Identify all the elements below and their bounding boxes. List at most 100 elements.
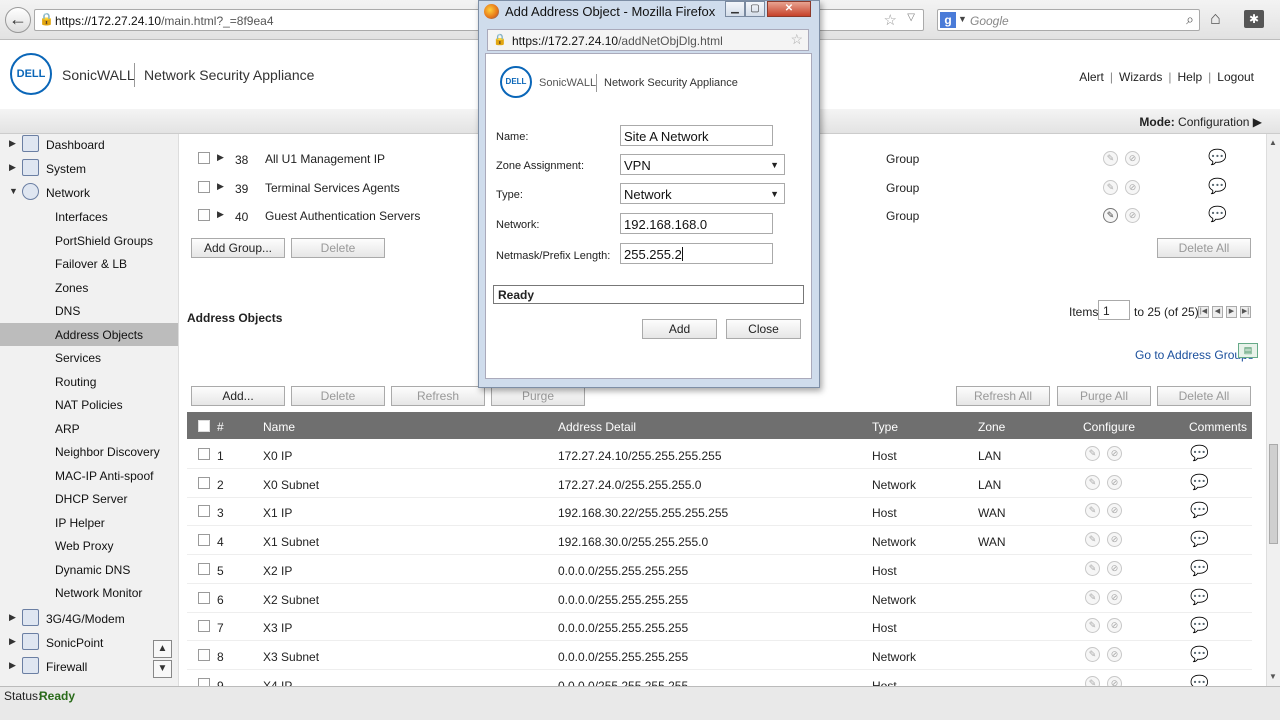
delete-icon[interactable]: ⊘ [1107,618,1122,634]
search-bar[interactable]: g ▼ Google ⌕ [937,9,1200,31]
comment-bubble-icon[interactable]: 💬 [1208,205,1227,223]
expand-arrow-icon[interactable]: ▶ [9,162,16,173]
add-group-button[interactable]: Add Group... [191,238,285,258]
expand-arrow-icon[interactable]: ▶ [9,138,16,149]
addon-icon[interactable]: ✱ [1244,10,1264,28]
alert-link[interactable]: Alert [1079,70,1104,84]
refresh-button[interactable]: Refresh [391,386,485,406]
sidebar-item-system[interactable]: ▶ System [0,158,178,181]
sidebar-item-dashboard[interactable]: ▶ Dashboard [0,134,178,157]
expand-arrow-icon[interactable]: ▶ [9,660,16,671]
delete-all-button[interactable]: Delete All [1157,386,1251,406]
edit-pencil-icon[interactable]: ✎ [1085,589,1100,605]
refresh-all-button[interactable]: Refresh All [956,386,1050,406]
row-checkbox[interactable] [198,209,210,221]
delete-icon[interactable]: ⊘ [1107,474,1122,490]
edit-pencil-icon[interactable]: ✎ [1085,503,1100,519]
wizards-link[interactable]: Wizards [1119,70,1162,84]
go-to-address-groups-link[interactable]: Go to Address Groups [1135,348,1254,362]
sidebar-item-address-objects[interactable]: Address Objects [0,322,178,346]
sidebar-item-portshield-groups[interactable]: PortShield Groups [0,229,178,252]
logout-link[interactable]: Logout [1217,70,1254,84]
delete-icon[interactable]: ⊘ [1107,446,1122,461]
bookmark-star-icon[interactable]: ☆ [884,11,897,29]
last-page-icon[interactable]: ▶| [1240,306,1251,318]
edit-pencil-icon[interactable]: ✎ [1085,646,1100,662]
sidebar-item-dynamic-dns[interactable]: Dynamic DNS [0,558,178,581]
delete-icon[interactable]: ⊘ [1125,208,1140,223]
sidebar-item-network[interactable]: ▼ Network [0,182,178,205]
search-engine-dropdown-icon[interactable]: ▼ [958,14,967,24]
collapse-arrow-icon[interactable]: ▼ [9,186,18,196]
row-checkbox[interactable] [198,534,210,547]
network-input[interactable]: 192.168.168.0 [620,213,773,234]
sidebar-item-routing[interactable]: Routing [0,370,178,393]
comment-bubble-icon[interactable]: 💬 [1190,645,1209,663]
sidebar-item-interfaces[interactable]: Interfaces [0,205,178,228]
name-input[interactable]: Site A Network [620,125,773,146]
delete-icon[interactable]: ⊘ [1107,589,1122,605]
row-checkbox[interactable] [198,562,210,575]
sidebar-item-neighbor-discovery[interactable]: Neighbor Discovery [0,440,178,463]
edit-pencil-icon[interactable]: ✎ [1085,618,1100,634]
expand-arrow-icon[interactable]: ▶ [217,209,224,220]
netmask-input[interactable]: 255.255.2 [620,243,773,264]
edit-pencil-icon[interactable]: ✎ [1085,560,1100,576]
comment-bubble-icon[interactable]: 💬 [1208,148,1227,166]
column-name[interactable]: Name [263,420,295,434]
delete-icon[interactable]: ⊘ [1107,646,1122,662]
add-button[interactable]: Add [642,319,717,339]
comment-bubble-icon[interactable]: 💬 [1190,588,1209,606]
sidebar-item-arp[interactable]: ARP [0,417,178,440]
expand-arrow-icon[interactable]: ▶ [9,612,16,623]
row-checkbox[interactable] [198,180,210,193]
scroll-up-icon[interactable]: ▲ [1269,138,1277,147]
bookmark-star-icon[interactable]: ☆ [790,31,803,48]
delete-icon[interactable]: ⊘ [1125,151,1140,166]
help-link[interactable]: Help [1177,70,1202,84]
row-checkbox[interactable] [198,648,210,661]
comment-bubble-icon[interactable]: 💬 [1208,177,1227,195]
next-page-icon[interactable]: ▶ [1226,306,1237,318]
sidebar-item-ip-helper[interactable]: IP Helper [0,511,178,534]
sidebar-item-mac-ip-anti-spoof[interactable]: MAC-IP Anti-spoof [0,464,178,487]
comment-bubble-icon[interactable]: 💬 [1190,559,1209,577]
items-start-input[interactable]: 1 [1098,300,1130,320]
sidebar-item-dhcp-server[interactable]: DHCP Server [0,487,178,510]
expand-arrow-icon[interactable]: ▶ [217,181,224,192]
window-close-button[interactable]: ✕ [767,1,811,17]
sidebar-item-failover-lb[interactable]: Failover & LB [0,252,178,275]
mode-selector[interactable]: Mode: Configuration ▶ [1139,115,1262,129]
home-icon[interactable]: ⌂ [1210,8,1221,29]
comment-bubble-icon[interactable]: 💬 [1190,501,1209,519]
back-button[interactable]: ← [5,7,31,33]
sidebar-item-network-monitor[interactable]: Network Monitor [0,581,178,604]
delete-icon[interactable]: ⊘ [1107,560,1122,576]
comment-bubble-icon[interactable]: 💬 [1190,473,1209,491]
sidebar-scroll-up-button[interactable]: ▲ [153,640,172,658]
page-scrollbar[interactable]: ▲ ▼ [1266,134,1280,686]
row-checkbox[interactable] [198,591,210,604]
search-icon[interactable]: ⌕ [1186,11,1194,28]
comment-bubble-icon[interactable]: 💬 [1190,616,1209,634]
column-address-detail[interactable]: Address Detail [558,420,636,434]
delete-icon[interactable]: ⊘ [1107,532,1122,548]
sidebar-item-services[interactable]: Services [0,346,178,369]
prev-page-icon[interactable]: ◀ [1212,306,1223,318]
scrollbar-thumb[interactable] [1269,444,1278,544]
delete-icon[interactable]: ⊘ [1107,675,1122,686]
delete-button[interactable]: Delete [291,386,385,406]
column-zone[interactable]: Zone [978,420,1005,434]
sidebar-item-dns[interactable]: DNS [0,299,178,322]
purge-button[interactable]: Purge [491,386,585,406]
sidebar-item-nat-policies[interactable]: NAT Policies [0,393,178,416]
expand-arrow-icon[interactable]: ▶ [217,152,224,163]
row-checkbox[interactable] [198,448,210,460]
edit-pencil-icon[interactable]: ✎ [1085,446,1100,461]
select-all-checkbox[interactable] [198,420,210,432]
address-groups-icon[interactable]: ▤ [1238,343,1258,358]
sidebar-scroll-down-button[interactable]: ▼ [153,660,172,678]
scroll-down-icon[interactable]: ▼ [1269,672,1277,681]
delete-icon[interactable]: ⊘ [1107,503,1122,519]
row-checkbox[interactable] [198,505,210,518]
